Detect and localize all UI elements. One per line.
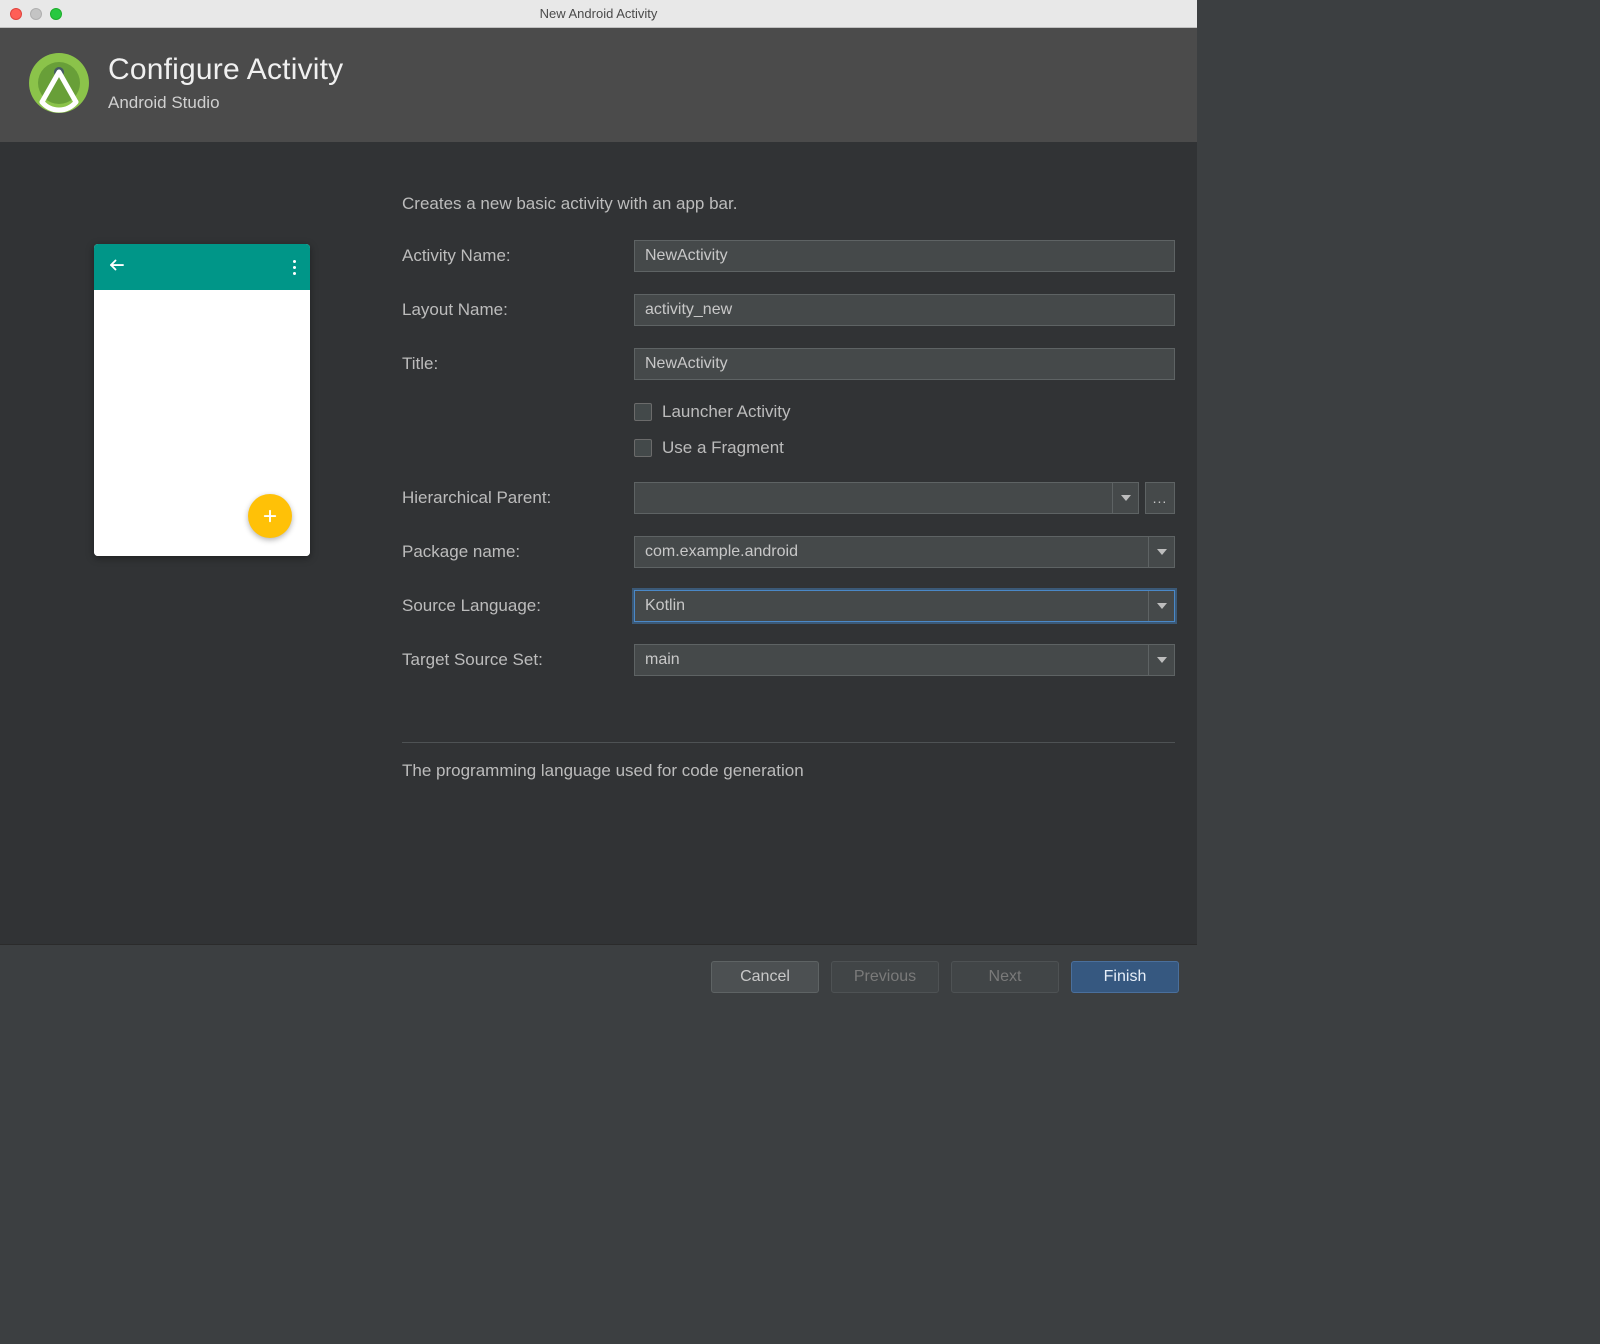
chevron-down-icon xyxy=(1148,537,1174,567)
header-texts: Configure Activity Android Studio xyxy=(108,53,343,113)
activity-preview xyxy=(94,244,310,556)
cancel-label: Cancel xyxy=(740,968,790,986)
maximize-window-button[interactable] xyxy=(50,8,62,20)
activity-name-label: Activity Name: xyxy=(402,246,634,266)
preview-body xyxy=(94,290,310,556)
window-title: New Android Activity xyxy=(0,6,1197,21)
fab-icon xyxy=(248,494,292,538)
titlebar: New Android Activity xyxy=(0,0,1197,28)
previous-label: Previous xyxy=(854,968,916,986)
source-language-value: Kotlin xyxy=(645,597,685,615)
source-language-combo[interactable]: Kotlin xyxy=(634,590,1175,622)
chevron-down-icon xyxy=(1148,591,1174,621)
preview-appbar xyxy=(94,244,310,290)
hierarchical-parent-combo[interactable] xyxy=(634,482,1139,514)
use-fragment-label: Use a Fragment xyxy=(662,438,784,458)
page-title: Configure Activity xyxy=(108,53,343,87)
target-source-set-value: main xyxy=(645,651,680,669)
hierarchical-parent-label: Hierarchical Parent: xyxy=(402,488,634,508)
package-name-combo[interactable]: com.example.android xyxy=(634,536,1175,568)
dialog-window: New Android Activity Configure Activity … xyxy=(0,0,1197,1008)
minimize-window-button[interactable] xyxy=(30,8,42,20)
package-name-label: Package name: xyxy=(402,542,634,562)
checkbox-box-icon xyxy=(634,403,652,421)
finish-label: Finish xyxy=(1104,968,1147,986)
source-language-label: Source Language: xyxy=(402,596,634,616)
next-button[interactable]: Next xyxy=(951,961,1059,993)
wizard-header: Configure Activity Android Studio xyxy=(0,28,1197,142)
use-fragment-checkbox[interactable]: Use a Fragment xyxy=(634,438,1175,458)
launcher-activity-label: Launcher Activity xyxy=(662,402,791,422)
ellipsis-icon: ... xyxy=(1153,490,1168,506)
next-label: Next xyxy=(989,968,1022,986)
activity-name-input[interactable] xyxy=(634,240,1175,272)
divider xyxy=(402,742,1175,743)
layout-name-label: Layout Name: xyxy=(402,300,634,320)
previous-button[interactable]: Previous xyxy=(831,961,939,993)
target-source-set-combo[interactable]: main xyxy=(634,644,1175,676)
back-arrow-icon xyxy=(108,256,126,279)
window-controls xyxy=(0,8,62,20)
content-area: Creates a new basic activity with an app… xyxy=(0,142,1197,944)
browse-parent-button[interactable]: ... xyxy=(1145,482,1175,514)
checkbox-box-icon xyxy=(634,439,652,457)
package-name-value: com.example.android xyxy=(645,543,798,561)
wizard-footer: Cancel Previous Next Finish xyxy=(0,944,1197,1008)
launcher-activity-checkbox[interactable]: Launcher Activity xyxy=(634,402,1175,422)
overflow-menu-icon xyxy=(293,260,296,275)
cancel-button[interactable]: Cancel xyxy=(711,961,819,993)
chevron-down-icon xyxy=(1112,483,1138,513)
layout-name-input[interactable] xyxy=(634,294,1175,326)
android-studio-logo-icon xyxy=(28,52,90,114)
target-source-set-label: Target Source Set: xyxy=(402,650,634,670)
page-subtitle: Android Studio xyxy=(108,93,343,113)
title-label: Title: xyxy=(402,354,634,374)
template-preview-column xyxy=(12,170,392,944)
title-input[interactable] xyxy=(634,348,1175,380)
finish-button[interactable]: Finish xyxy=(1071,961,1179,993)
configure-form: Creates a new basic activity with an app… xyxy=(402,170,1185,944)
close-window-button[interactable] xyxy=(10,8,22,20)
form-description: Creates a new basic activity with an app… xyxy=(402,194,1175,214)
help-text: The programming language used for code g… xyxy=(402,761,1175,781)
chevron-down-icon xyxy=(1148,645,1174,675)
